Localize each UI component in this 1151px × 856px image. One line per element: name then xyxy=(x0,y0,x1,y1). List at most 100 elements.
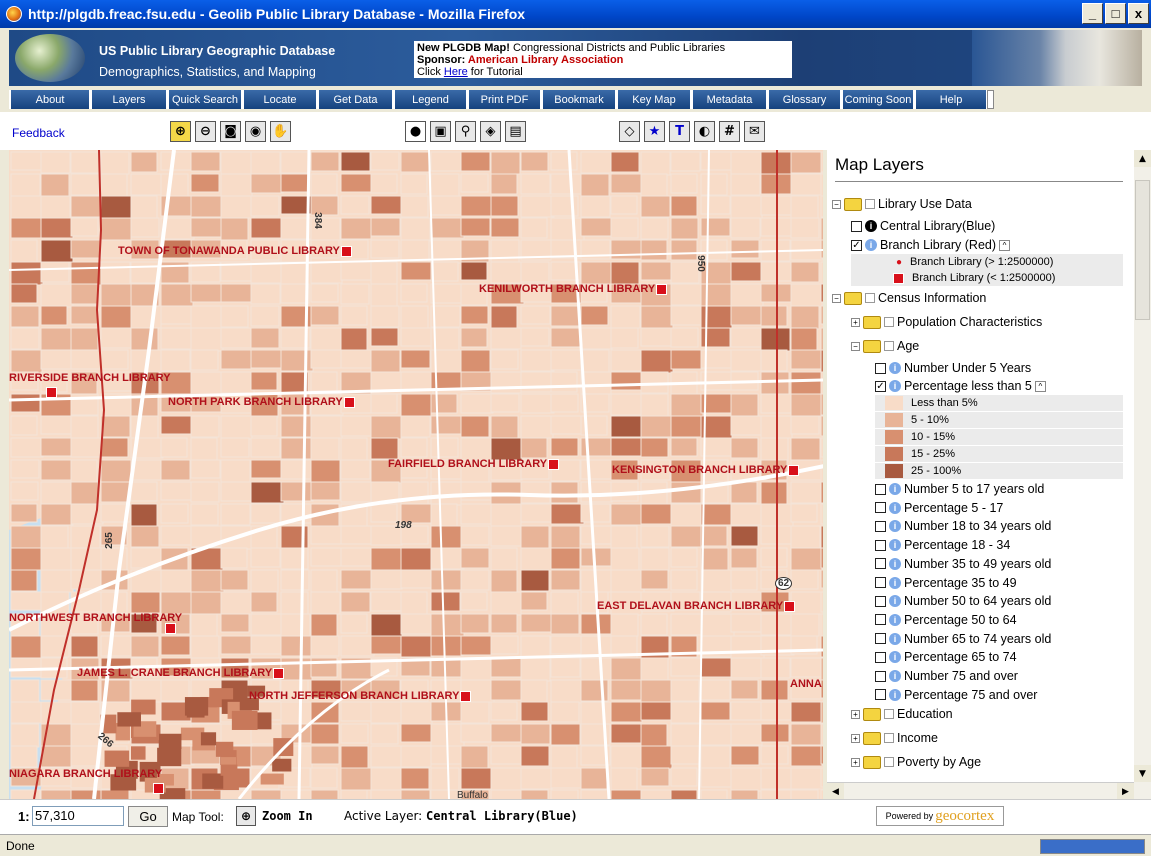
checkbox[interactable] xyxy=(875,689,886,701)
scroll-down-icon[interactable]: ▼ xyxy=(1134,765,1151,782)
zoom-previous-icon[interactable]: ◉ xyxy=(245,121,266,142)
point-label-icon[interactable]: ◐ xyxy=(694,121,715,142)
info-icon[interactable]: i xyxy=(889,595,901,608)
library-label[interactable]: KENSINGTON BRANCH LIBRARY xyxy=(612,464,800,476)
checkbox-checked[interactable]: ✓ xyxy=(875,380,886,392)
info-icon[interactable]: i xyxy=(889,539,901,552)
library-label[interactable]: NORTHWEST BRANCH LIBRARY xyxy=(9,612,182,624)
tree-library-use[interactable]: − Library Use Data xyxy=(832,195,972,213)
pan-hand-icon[interactable]: ✋ xyxy=(270,121,291,142)
tree-pct5[interactable]: ✓ i Percentage less than 5 ^ xyxy=(875,377,1046,395)
tree-layer-item[interactable]: i Number 18 to 34 years old xyxy=(875,517,1051,535)
checkbox[interactable] xyxy=(875,670,886,682)
library-marker-icon[interactable] xyxy=(164,622,176,634)
tab-layers[interactable]: Layers xyxy=(90,90,166,109)
info-icon[interactable]: i xyxy=(889,632,901,645)
scroll-left-icon[interactable]: ◀ xyxy=(827,783,844,800)
tree-layer-item[interactable]: i Percentage 75 and over xyxy=(875,686,1037,704)
zoom-out-icon[interactable]: ⊖ xyxy=(195,121,216,142)
tab-help[interactable]: Help xyxy=(914,90,986,109)
go-button[interactable]: Go xyxy=(128,806,168,827)
grid-icon[interactable]: # xyxy=(719,121,740,142)
tree-poverty[interactable]: + Poverty by Age xyxy=(851,753,981,771)
tree-layer-item[interactable]: i Percentage 50 to 64 xyxy=(875,611,1017,629)
tutorial-link[interactable]: Here xyxy=(444,66,468,78)
tree-under5[interactable]: i Number Under 5 Years xyxy=(875,359,1031,377)
checkbox-checked[interactable]: ✓ xyxy=(851,239,862,251)
measure-icon[interactable]: ▤ xyxy=(505,121,526,142)
geocortex-logo[interactable]: Powered by geocortex xyxy=(876,806,1004,826)
library-marker-icon[interactable] xyxy=(45,386,57,398)
tab-print-pdf[interactable]: Print PDF xyxy=(467,90,540,109)
tree-layer-item[interactable]: i Number 50 to 64 years old xyxy=(875,592,1051,610)
checkbox[interactable] xyxy=(875,539,886,551)
buffer-icon[interactable]: ◈ xyxy=(480,121,501,142)
tree-layer-item[interactable]: i Number 35 to 49 years old xyxy=(875,555,1051,573)
library-label[interactable]: NORTH JEFFERSON BRANCH LIBRARY xyxy=(249,690,472,702)
info-icon[interactable]: i xyxy=(889,576,901,589)
info-icon[interactable]: i xyxy=(889,613,901,626)
tree-central-library[interactable]: i Central Library(Blue) xyxy=(851,217,995,235)
info-icon[interactable]: i xyxy=(889,688,901,701)
tab-glossary[interactable]: Glossary xyxy=(767,90,840,109)
scroll-right-icon[interactable]: ▶ xyxy=(1117,783,1134,800)
map-view[interactable]: TOWN OF TONAWANDA PUBLIC LIBRARY KENILWO… xyxy=(9,150,823,799)
email-icon[interactable]: ✉ xyxy=(744,121,765,142)
tree-layer-item[interactable]: i Percentage 5 - 17 xyxy=(875,499,1003,517)
close-button[interactable]: x xyxy=(1128,3,1149,24)
scroll-up-icon[interactable]: ▲ xyxy=(1134,150,1151,167)
library-label[interactable]: RIVERSIDE BRANCH LIBRARY xyxy=(9,372,171,384)
minimize-button[interactable]: _ xyxy=(1082,3,1103,24)
tree-education[interactable]: + Education xyxy=(851,705,953,723)
feedback-link[interactable]: Feedback xyxy=(12,126,65,140)
layers-hscrollbar[interactable]: ◀ ▶ xyxy=(827,782,1134,800)
info-icon[interactable]: i xyxy=(889,670,901,682)
info-icon[interactable]: i xyxy=(889,651,901,664)
tree-branch-library[interactable]: ✓ i Branch Library (Red) ^ xyxy=(851,236,1011,254)
identify-icon[interactable]: ● xyxy=(405,121,426,142)
tree-income[interactable]: + Income xyxy=(851,729,938,747)
text-tool-icon[interactable]: T xyxy=(669,121,690,142)
star-marker-icon[interactable]: ★ xyxy=(644,121,665,142)
tab-bookmark[interactable]: Bookmark xyxy=(541,90,615,109)
tree-layer-item[interactable]: i Percentage 35 to 49 xyxy=(875,574,1017,592)
tab-about[interactable]: About xyxy=(9,90,89,109)
scale-input[interactable]: 57,310 xyxy=(32,806,124,826)
scroll-thumb[interactable] xyxy=(1135,180,1150,320)
tab-legend[interactable]: Legend xyxy=(393,90,466,109)
info-icon[interactable]: i xyxy=(889,483,901,495)
tree-age[interactable]: − Age xyxy=(851,337,919,355)
library-label[interactable]: EAST DELAVAN BRANCH LIBRARY xyxy=(597,600,796,612)
checkbox[interactable] xyxy=(851,220,862,232)
library-label[interactable]: NIAGARA BRANCH LIBRARY xyxy=(9,768,162,780)
tree-census[interactable]: − Census Information xyxy=(832,289,986,307)
library-label[interactable]: NORTH PARK BRANCH LIBRARY xyxy=(168,396,355,408)
library-label[interactable]: KENILWORTH BRANCH LIBRARY xyxy=(479,283,668,295)
maximize-button[interactable]: □ xyxy=(1105,3,1126,24)
tab-quick-search[interactable]: Quick Search xyxy=(167,90,241,109)
tree-layer-item[interactable]: i Number 5 to 17 years old xyxy=(875,480,1044,498)
zoom-in-icon[interactable]: ⊕ xyxy=(170,121,191,142)
zoom-full-extent-icon[interactable]: ◙ xyxy=(220,121,241,142)
tab-get-data[interactable]: Get Data xyxy=(317,90,392,109)
tab-metadata[interactable]: Metadata xyxy=(691,90,766,109)
tree-layer-item[interactable]: i Percentage 65 to 74 xyxy=(875,648,1017,666)
checkbox[interactable] xyxy=(875,577,886,588)
library-marker-icon[interactable] xyxy=(152,782,164,794)
tab-key-map[interactable]: Key Map xyxy=(616,90,690,109)
library-label[interactable]: ANNA xyxy=(790,678,822,690)
tab-locate[interactable]: Locate xyxy=(242,90,316,109)
checkbox[interactable] xyxy=(875,595,886,607)
select-icon[interactable]: ▣ xyxy=(430,121,451,142)
tree-layer-item[interactable]: i Number 65 to 74 years old xyxy=(875,630,1051,648)
info-icon[interactable]: i xyxy=(889,557,901,570)
eraser-icon[interactable]: ◇ xyxy=(619,121,640,142)
checkbox[interactable] xyxy=(875,614,886,626)
checkbox[interactable] xyxy=(875,633,886,645)
query-icon[interactable]: ⚲ xyxy=(455,121,476,142)
checkbox[interactable] xyxy=(875,520,886,532)
tree-layer-item[interactable]: i Percentage 18 - 34 xyxy=(875,536,1010,554)
library-label[interactable]: JAMES L. CRANE BRANCH LIBRARY xyxy=(77,667,285,679)
tree-population[interactable]: + Population Characteristics xyxy=(851,313,1042,331)
tab-coming-soon[interactable]: Coming Soon xyxy=(841,90,913,109)
